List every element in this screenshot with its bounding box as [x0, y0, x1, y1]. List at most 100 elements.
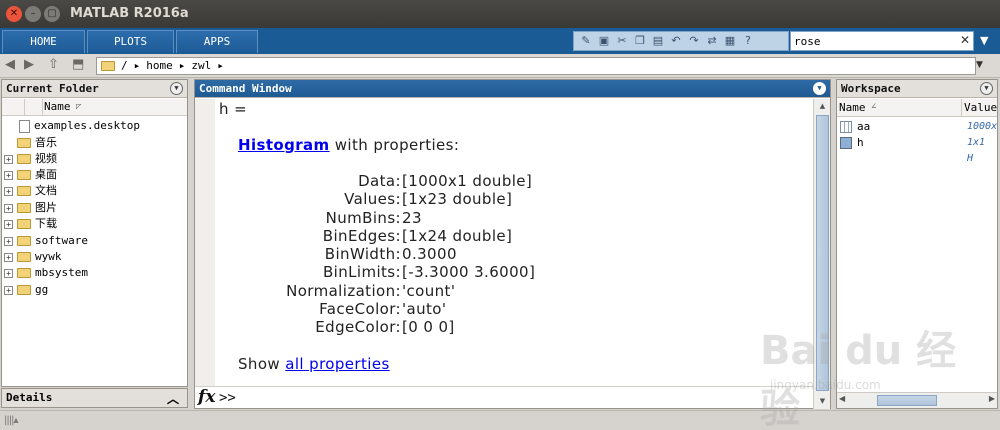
property-key: NumBins: [325, 209, 401, 227]
maximize-window-button[interactable]: ▢ [44, 6, 60, 22]
panel-menu-icon[interactable]: ▼ [170, 82, 183, 95]
folder-column-header[interactable]: Name ◸ [2, 99, 187, 116]
expand-icon[interactable]: + [4, 236, 13, 246]
chevron-up-icon[interactable]: ︿ [167, 390, 179, 408]
list-item[interactable]: + wywk [4, 249, 62, 265]
command-prompt[interactable]: fx >> [195, 386, 813, 408]
folder-name: 音乐 [35, 136, 57, 149]
list-item[interactable]: + 桌面 [4, 167, 57, 183]
close-window-button[interactable]: ✕ [6, 6, 22, 22]
list-item[interactable]: + 图片 [4, 200, 57, 216]
minimize-window-button[interactable]: – [25, 6, 41, 22]
list-item[interactable]: 音乐 [4, 135, 57, 151]
expand-icon[interactable]: + [4, 285, 13, 295]
expand-icon[interactable]: + [4, 252, 13, 262]
table-row[interactable]: h 1x1 H [839, 135, 997, 164]
expand-icon[interactable]: + [4, 186, 13, 196]
list-item[interactable]: + software [4, 233, 88, 249]
property-value: 'count' [402, 282, 456, 300]
list-item[interactable]: + 下载 [4, 216, 57, 232]
path-separator-icon: ▸ [178, 59, 186, 72]
tab-apps[interactable]: APPS [176, 30, 258, 53]
folder-icon [17, 203, 31, 213]
table-row[interactable]: aa 1000x [839, 119, 997, 135]
up-folder-icon[interactable]: ⇧ [48, 57, 59, 72]
matlab-app: ✕ – ▢ MATLAB R2016a HOME PLOTS APPS ✎ ▣ … [0, 0, 1000, 430]
scroll-left-icon[interactable]: ◀ [839, 394, 845, 403]
expand-icon[interactable]: + [4, 268, 13, 278]
filter-icon[interactable]: ▼ [980, 34, 988, 47]
scroll-up-icon[interactable]: ▲ [816, 100, 829, 113]
folder-icon [17, 285, 31, 295]
command-output[interactable]: h = Histogram with properties: Data: [10… [195, 99, 813, 388]
quick-access-toolbar: ✎ ▣ ✂ ❐ ▤ ↶ ↷ ⇄ ▦ ? [573, 31, 789, 51]
property-key: Data: [358, 172, 401, 190]
path-segment-root[interactable]: / [121, 58, 128, 74]
output-class-line: Histogram with properties: [238, 136, 459, 154]
panel-menu-icon[interactable]: ▼ [980, 82, 993, 95]
workspace-hscrollbar[interactable]: ◀ ▶ [837, 392, 997, 408]
clear-search-icon[interactable]: ✕ [960, 33, 970, 47]
property-key: BinWidth: [324, 245, 401, 263]
path-dropdown-icon[interactable]: ▼ [976, 60, 983, 70]
list-item[interactable]: examples.desktop [19, 118, 140, 134]
toolstrip: HOME PLOTS APPS ✎ ▣ ✂ ❐ ▤ ↶ ↷ ⇄ ▦ ? ✕ ▼ [0, 28, 1000, 54]
help-icon[interactable]: ? [740, 33, 756, 49]
copy-icon[interactable]: ❐ [632, 33, 648, 49]
folder-icon [17, 138, 31, 148]
undo-icon[interactable]: ↶ [668, 33, 684, 49]
sort-icon: ∠ [871, 102, 877, 112]
folder-icon [17, 268, 31, 278]
variable-value: 1000x [967, 121, 998, 132]
scroll-thumb[interactable] [816, 115, 829, 391]
all-properties-link[interactable]: all properties [285, 355, 389, 373]
back-icon[interactable]: ◀ [5, 57, 15, 72]
property-value: 'auto' [402, 300, 447, 318]
tab-plots[interactable]: PLOTS [87, 30, 174, 53]
list-item[interactable]: + 文档 [4, 183, 57, 199]
folder-name: mbsystem [35, 266, 88, 279]
scroll-down-icon[interactable]: ▼ [816, 395, 829, 408]
path-segment-user[interactable]: zwl [191, 58, 211, 74]
folder-name: software [35, 234, 88, 247]
property-value: [0 0 0] [402, 318, 455, 336]
forward-icon[interactable]: ▶ [24, 57, 34, 72]
property-key: FaceColor: [319, 300, 401, 318]
switch-windows-icon[interactable]: ⇄ [704, 33, 720, 49]
command-scrollbar[interactable]: ▲ ▼ [813, 99, 830, 409]
path-segment-home[interactable]: home [146, 58, 173, 74]
histogram-link[interactable]: Histogram [238, 136, 330, 154]
save-icon[interactable]: ▣ [596, 33, 612, 49]
tab-home[interactable]: HOME [2, 30, 85, 53]
details-panel[interactable]: Details ︿ [1, 388, 188, 408]
list-item[interactable]: + 视频 [4, 151, 57, 167]
status-bar: ||||▴ [0, 410, 1000, 430]
variable-name: aa [857, 120, 871, 133]
search-input[interactable] [794, 33, 954, 49]
path-field[interactable]: / ▸ home ▸ zwl ▸ [96, 57, 976, 75]
expand-icon[interactable]: + [4, 219, 13, 229]
folder-name: 文档 [35, 184, 57, 197]
layout-icon[interactable]: ▦ [722, 33, 738, 49]
cut-icon[interactable]: ✂ [614, 33, 630, 49]
workspace-column-header[interactable]: Name ∠ Value [837, 99, 997, 117]
panel-menu-icon[interactable]: ▼ [813, 82, 826, 95]
expand-icon[interactable]: + [4, 203, 13, 213]
browse-folder-icon[interactable]: ⬒ [72, 57, 84, 72]
current-folder-title: Current Folder [6, 82, 99, 95]
list-item[interactable]: + mbsystem [4, 265, 88, 281]
new-script-icon[interactable]: ✎ [578, 33, 594, 49]
expand-icon[interactable]: + [4, 154, 13, 164]
redo-icon[interactable]: ↷ [686, 33, 702, 49]
scroll-right-icon[interactable]: ▶ [989, 394, 995, 403]
property-value: [1x23 double] [402, 190, 513, 208]
column-name-label: Name [839, 101, 866, 114]
expand-icon[interactable]: + [4, 170, 13, 180]
list-item[interactable]: + gg [4, 282, 48, 298]
function-browser-icon[interactable]: fx [198, 387, 215, 407]
resize-grip-icon: ||||▴ [4, 415, 18, 426]
paste-icon[interactable]: ▤ [650, 33, 666, 49]
variable-name: h [857, 136, 864, 149]
scroll-thumb[interactable] [877, 395, 937, 406]
output-var-line: h = [219, 100, 248, 118]
